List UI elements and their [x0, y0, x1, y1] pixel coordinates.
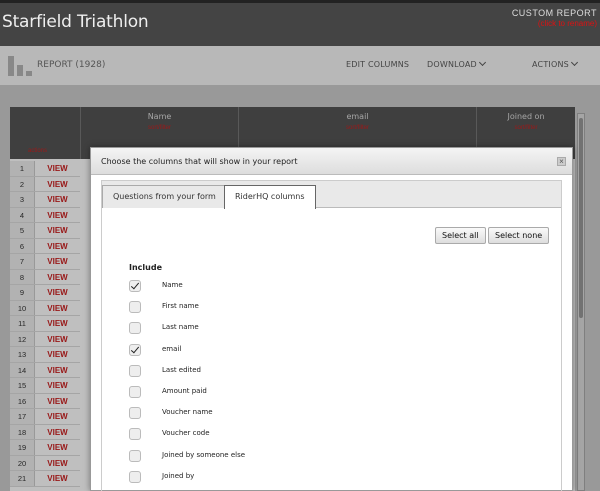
close-icon[interactable]: ×	[557, 157, 566, 166]
select-none-button[interactable]: Select none	[488, 227, 550, 244]
custom-report-label: CUSTOM REPORT	[511, 8, 597, 18]
select-all-button[interactable]: Select all	[435, 227, 486, 244]
option-label: Last edited	[162, 365, 201, 374]
option-label: Last name	[162, 323, 199, 332]
report-count-label: REPORT (1928)	[37, 60, 106, 70]
checkmark-icon	[130, 280, 140, 290]
chevron-down-icon	[478, 58, 486, 67]
option-label: Name	[162, 281, 183, 289]
option-label: Amount paid	[162, 387, 207, 395]
option-label: Joined by someone else	[162, 450, 246, 459]
custom-report-title[interactable]: CUSTOM REPORT (click to rename)	[512, 8, 597, 28]
include-checkbox[interactable]	[129, 322, 141, 335]
include-checkbox[interactable]	[129, 301, 141, 314]
actions-menu-button[interactable]: ACTIONS	[532, 58, 578, 69]
option-label: Joined by	[162, 471, 195, 480]
include-checkbox[interactable]	[129, 386, 141, 398]
choose-columns-dialog: Choose the columns that will show in you…	[90, 147, 573, 491]
top-header: Starfield Triathlon CUSTOM REPORT (click…	[0, 0, 600, 46]
include-checkbox[interactable]	[129, 449, 141, 462]
report-toolbar: REPORT (1928) EDIT COLUMNS DOWNLOAD ACTI…	[0, 46, 600, 86]
custom-report-rename-link[interactable]: (click to rename)	[512, 19, 597, 28]
edit-columns-button[interactable]: EDIT COLUMNS	[346, 60, 409, 69]
include-checkbox[interactable]	[129, 280, 141, 292]
app-title: Starfield Triathlon	[2, 12, 149, 32]
include-checkbox[interactable]	[129, 470, 141, 483]
download-label: DOWNLOAD	[427, 60, 477, 69]
include-checkbox[interactable]	[129, 407, 141, 420]
include-checkbox[interactable]	[129, 428, 141, 441]
include-checkbox[interactable]	[129, 343, 141, 356]
option-label: email	[162, 344, 182, 353]
option-label: First name	[162, 302, 199, 311]
dialog-header: Choose the columns that will show in you…	[91, 148, 572, 175]
dialog-title: Choose the columns that will show in you…	[101, 157, 298, 166]
include-heading: Include	[129, 263, 163, 272]
bar-chart-icon	[8, 54, 32, 76]
actions-label: ACTIONS	[532, 60, 569, 69]
tab-riderhq-columns[interactable]: RiderHQ columns	[224, 185, 316, 209]
column-source-tabs: Questions from your form RiderHQ columns	[102, 181, 561, 209]
dialog-body: Questions from your form RiderHQ columns…	[101, 180, 562, 491]
include-checkbox[interactable]	[129, 364, 141, 377]
option-label: Voucher name	[162, 408, 213, 417]
option-label: Voucher code	[162, 429, 210, 438]
checkmark-icon	[130, 344, 140, 353]
tab-questions-from-form[interactable]: Questions from your form	[102, 185, 227, 208]
chevron-down-icon	[570, 58, 578, 67]
download-menu-button[interactable]: DOWNLOAD	[427, 58, 486, 69]
